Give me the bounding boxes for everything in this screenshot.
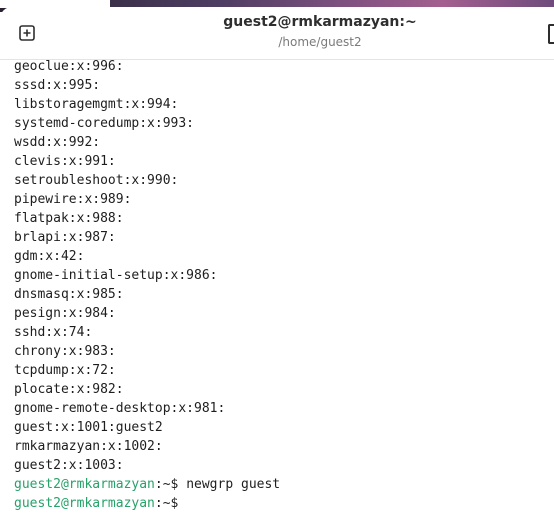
prompt-path-symbol: :~$ <box>154 477 187 492</box>
output-line: clevis:x:991: <box>14 154 116 169</box>
output-line: chrony:x:983: <box>14 344 116 359</box>
output-line: rmkarmazyan:x:1002: <box>14 439 163 454</box>
header-bar: guest2@rmkarmazyan:~ /home/guest2 <box>0 7 554 60</box>
new-tab-plus-icon <box>19 25 35 41</box>
prompt-line: guest2@rmkarmazyan:~$ newgrp guest <box>14 475 280 494</box>
prompt-user-host: guest2@rmkarmazyan <box>14 496 155 511</box>
output-line: systemd-coredump:x:993: <box>14 116 195 131</box>
output-line: gnome-remote-desktop:x:981: <box>14 401 226 416</box>
output-line: libstoragemgmt:x:994: <box>14 97 179 112</box>
output-line: gdm:x:42: <box>14 249 85 264</box>
menu-button-edge[interactable] <box>548 24 554 44</box>
new-tab-button[interactable] <box>13 21 41 45</box>
output-line: dnsmasq:x:985: <box>14 287 124 302</box>
output-line: geoclue:x:996: <box>14 59 124 74</box>
output-line: flatpak:x:988: <box>14 211 124 226</box>
output-line: pesign:x:984: <box>14 306 116 321</box>
window-title: guest2@rmkarmazyan:~ <box>223 14 417 30</box>
output-line: pipewire:x:989: <box>14 192 132 207</box>
output-line: plocate:x:982: <box>14 382 124 397</box>
output-line: guest:x:1001:guest2 <box>14 420 163 435</box>
output-line: brlapi:x:987: <box>14 230 116 245</box>
text-cursor <box>186 495 194 510</box>
prompt-command: newgrp guest <box>186 477 281 492</box>
prompt-path-symbol: :~$ <box>154 496 187 511</box>
output-line: tcpdump:x:72: <box>14 363 116 378</box>
output-line: sshd:x:74: <box>14 325 93 340</box>
terminal-output: geoclue:x:996: sssd:x:995: libstoragemgm… <box>14 57 280 513</box>
window-title-block: guest2@rmkarmazyan:~ /home/guest2 <box>200 13 440 50</box>
output-line: guest2:x:1003: <box>14 458 124 473</box>
window-subtitle: /home/guest2 <box>278 35 362 49</box>
prompt-user-host: guest2@rmkarmazyan <box>14 477 155 492</box>
output-line: wsdd:x:992: <box>14 135 101 150</box>
output-line: sssd:x:995: <box>14 78 101 93</box>
prompt-line-current[interactable]: guest2@rmkarmazyan:~$ <box>14 494 280 513</box>
output-line: setroubleshoot:x:990: <box>14 173 179 188</box>
output-line: gnome-initial-setup:x:986: <box>14 268 218 283</box>
